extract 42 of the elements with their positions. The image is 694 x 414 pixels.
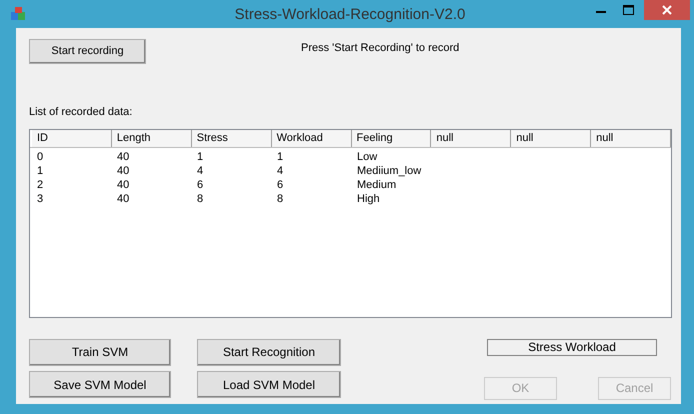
table-cell-text: 3 <box>36 192 44 206</box>
table-cell-text: 4 <box>276 164 284 178</box>
table-cell-text: 40 <box>116 192 130 206</box>
table-cell-text: 40 <box>116 150 130 164</box>
table-cell-text: 1 <box>36 164 44 178</box>
action-button[interactable]: Load SVM Model <box>197 371 341 398</box>
list-label: List of recorded data: <box>29 105 134 120</box>
action-button[interactable]: Start Recognition <box>197 338 341 366</box>
table-cell-text: Mediium_low <box>356 164 422 178</box>
column-header[interactable]: Workload <box>272 130 352 146</box>
start-recording-button[interactable]: Start recording <box>29 39 146 64</box>
table-cell-text: 4 <box>196 164 204 178</box>
column-header[interactable]: null <box>511 130 592 146</box>
table-cell-text: 2 <box>36 178 44 192</box>
close-icon <box>662 5 672 15</box>
close-button[interactable] <box>644 0 690 20</box>
window-title: Stress-Workload-Recognition-V2.0 <box>234 5 466 25</box>
minimize-icon[interactable] <box>596 10 606 14</box>
action-button[interactable]: Train SVM <box>29 338 171 366</box>
table-cell-text: 8 <box>196 192 204 206</box>
table-cell-text: 8 <box>276 192 284 206</box>
table-cell-text: 6 <box>276 178 284 192</box>
maximize-icon[interactable] <box>623 5 634 15</box>
table-cell-text: 0 <box>36 150 44 164</box>
table-cell-text: High <box>356 192 381 206</box>
table-cell-text: Low <box>356 150 378 164</box>
column-header[interactable]: Length <box>112 130 192 146</box>
table-cell-text: 1 <box>276 150 284 164</box>
table-cell-text: 40 <box>116 164 130 178</box>
table-cell-text: 1 <box>196 150 204 164</box>
action-button[interactable]: Save SVM Model <box>29 371 171 398</box>
column-header[interactable]: Stress <box>192 130 272 146</box>
column-header[interactable]: Feeling <box>352 130 432 146</box>
table-cell-text: 6 <box>196 178 204 192</box>
table-cell-text: Medium <box>356 178 398 192</box>
column-header[interactable]: null <box>431 130 512 146</box>
status-message: Press 'Start Recording' to record <box>301 41 460 56</box>
column-header[interactable]: ID <box>32 130 112 146</box>
app-icon <box>10 6 26 22</box>
column-header[interactable]: null <box>591 130 671 146</box>
table-cell-text: 40 <box>116 178 130 192</box>
status-field: Stress Workload <box>487 338 657 356</box>
